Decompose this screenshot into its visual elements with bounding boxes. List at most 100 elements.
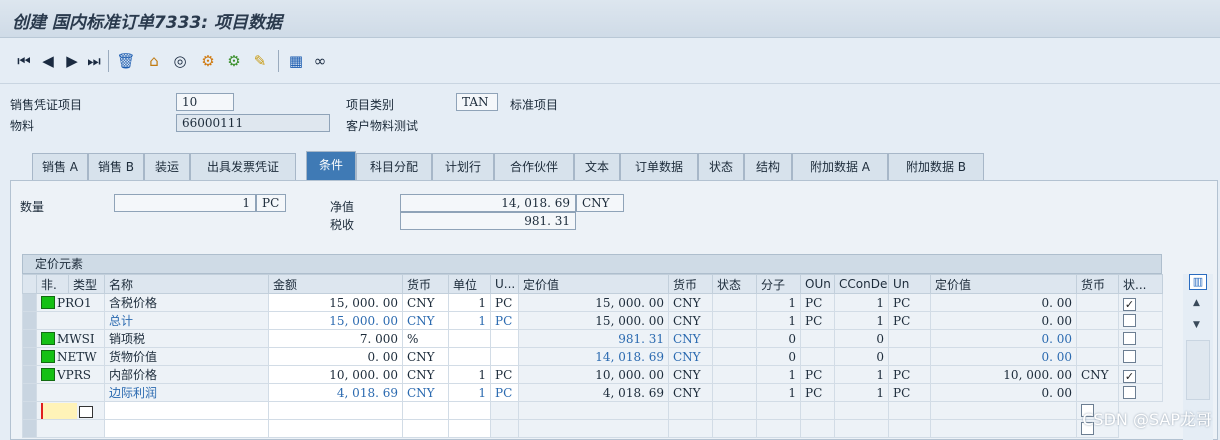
- currency-cell[interactable]: CNY: [402, 347, 449, 366]
- row-selector[interactable]: [22, 365, 37, 384]
- net-value-field[interactable]: 14, 018. 69: [400, 194, 576, 212]
- empty-cell[interactable]: [402, 401, 449, 420]
- edit-icon[interactable]: ✎: [250, 51, 270, 71]
- empty-cell[interactable]: [668, 419, 713, 438]
- input-cursor[interactable]: [41, 402, 77, 419]
- configure2-icon[interactable]: ⚙: [224, 51, 244, 71]
- currency-cell[interactable]: CNY: [402, 311, 449, 330]
- col-header[interactable]: CConDe: [834, 274, 889, 294]
- amount-cell[interactable]: 0. 00: [268, 347, 403, 366]
- col-header[interactable]: 分子: [756, 274, 801, 294]
- empty-cell[interactable]: [712, 401, 757, 420]
- qty-unit-field[interactable]: PC: [256, 194, 286, 212]
- empty-cell[interactable]: [888, 401, 931, 420]
- empty-cell[interactable]: [518, 419, 669, 438]
- prev-icon[interactable]: ◀: [38, 51, 58, 71]
- tab-addl-a[interactable]: 附加数据 A: [792, 153, 888, 180]
- col-header[interactable]: 定价值: [518, 274, 669, 294]
- calculator-icon[interactable]: ▦: [286, 51, 306, 71]
- unit-cell[interactable]: [448, 329, 491, 348]
- unit-cell[interactable]: 1: [448, 365, 491, 384]
- table-row[interactable]: VPRS 内部价格 10, 000. 00 CNY 1 PC 10, 000. 00 CNY 1…: [22, 365, 1163, 384]
- col-header[interactable]: Un: [888, 274, 931, 294]
- empty-cell[interactable]: [930, 401, 1077, 420]
- net-currency-field[interactable]: CNY: [576, 194, 624, 212]
- row-selector[interactable]: [22, 347, 37, 366]
- tab-schedule[interactable]: 计划行: [432, 153, 494, 180]
- currency-cell[interactable]: CNY: [402, 365, 449, 384]
- last-icon[interactable]: ⏭: [84, 51, 104, 71]
- currency-cell[interactable]: %: [402, 329, 449, 348]
- next-icon[interactable]: ▶: [62, 51, 82, 71]
- col-header[interactable]: 货币: [668, 274, 713, 294]
- scroll-up-icon[interactable]: ▲: [1193, 298, 1200, 308]
- glasses-icon[interactable]: ∞: [310, 51, 330, 71]
- empty-cell[interactable]: [448, 419, 491, 438]
- tab-status[interactable]: 状态: [698, 153, 744, 180]
- empty-cell[interactable]: [930, 419, 1077, 438]
- overview-icon[interactable]: ◎: [170, 51, 190, 71]
- empty-cell[interactable]: [268, 401, 403, 420]
- checkbox[interactable]: [1123, 313, 1136, 327]
- col-header[interactable]: 状...: [1118, 274, 1163, 294]
- col-header[interactable]: 定价值: [930, 274, 1077, 294]
- checkbox[interactable]: ✓: [1123, 369, 1136, 383]
- empty-cell[interactable]: [104, 419, 269, 438]
- col-header[interactable]: 货币: [1076, 274, 1119, 294]
- unit-cell[interactable]: 1: [448, 311, 491, 330]
- tab-conditions[interactable]: 条件: [306, 151, 356, 180]
- scroll-down-icon[interactable]: ▼: [1193, 320, 1200, 330]
- empty-cell[interactable]: [712, 419, 757, 438]
- row-selector[interactable]: [22, 383, 37, 402]
- item-field[interactable]: 10: [176, 93, 234, 111]
- empty-cell[interactable]: [668, 401, 713, 420]
- uom-cell[interactable]: PC: [490, 293, 519, 312]
- empty-cell[interactable]: [22, 401, 37, 420]
- tab-billing[interactable]: 出具发票凭证: [190, 153, 296, 180]
- checkbox[interactable]: [1123, 349, 1136, 363]
- amount-cell[interactable]: 7. 000: [268, 329, 403, 348]
- table-row-empty[interactable]: [22, 419, 1163, 438]
- currency-cell[interactable]: CNY: [402, 383, 449, 402]
- empty-cell[interactable]: [268, 419, 403, 438]
- column-settings-icon[interactable]: ▥: [1189, 274, 1207, 290]
- row-selector[interactable]: [22, 293, 37, 312]
- table-row-empty[interactable]: [22, 401, 1163, 420]
- col-header[interactable]: 金额: [268, 274, 403, 294]
- uom-cell[interactable]: PC: [490, 311, 519, 330]
- delete-icon[interactable]: 🗑: [116, 51, 136, 71]
- col-header[interactable]: 名称: [104, 274, 269, 294]
- amount-cell[interactable]: 15, 000. 00: [268, 293, 403, 312]
- config-icon[interactable]: ⚙: [198, 51, 218, 71]
- empty-cell[interactable]: [756, 419, 801, 438]
- empty-cell[interactable]: [518, 401, 669, 420]
- checkbox[interactable]: [1123, 331, 1136, 345]
- empty-cell[interactable]: [800, 419, 835, 438]
- qty-field[interactable]: 1: [114, 194, 256, 212]
- row-selector[interactable]: [22, 311, 37, 330]
- tab-addl-b[interactable]: 附加数据 B: [888, 153, 984, 180]
- unit-cell[interactable]: [448, 347, 491, 366]
- tab-sales-a[interactable]: 销售 A: [32, 153, 88, 180]
- empty-cell[interactable]: [756, 401, 801, 420]
- empty-cell[interactable]: [800, 401, 835, 420]
- amount-cell[interactable]: 15, 000. 00: [268, 311, 403, 330]
- tab-account[interactable]: 科目分配: [356, 153, 432, 180]
- tab-text[interactable]: 文本: [574, 153, 620, 180]
- empty-cell[interactable]: [490, 401, 519, 420]
- tab-order-data[interactable]: 订单数据: [620, 153, 698, 180]
- tax-value-field[interactable]: 981. 31: [400, 212, 576, 230]
- first-icon[interactable]: ⏮: [14, 51, 34, 71]
- category-field[interactable]: TAN: [456, 93, 498, 111]
- empty-cell[interactable]: [104, 401, 269, 420]
- col-header[interactable]: 货币: [402, 274, 449, 294]
- col-header[interactable]: 单位: [448, 274, 491, 294]
- material-field[interactable]: 66000111: [176, 114, 330, 132]
- empty-cell[interactable]: [36, 401, 105, 420]
- col-header[interactable]: 类型: [68, 274, 105, 294]
- currency-cell[interactable]: CNY: [402, 293, 449, 312]
- empty-cell[interactable]: [448, 401, 491, 420]
- amount-cell[interactable]: 4, 018. 69: [268, 383, 403, 402]
- tab-shipping[interactable]: 装运: [144, 153, 190, 180]
- tab-sales-b[interactable]: 销售 B: [88, 153, 144, 180]
